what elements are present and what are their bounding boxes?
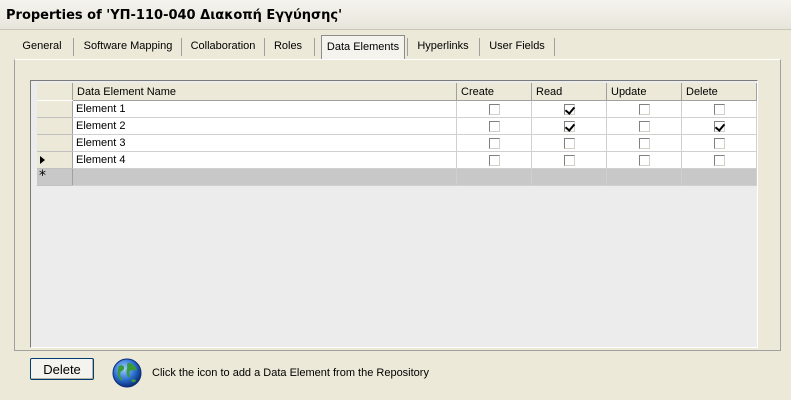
tab-hyperlinks[interactable]: Hyperlinks [410,35,476,59]
column-header-update[interactable]: Update [606,83,682,101]
delete-checkbox[interactable] [713,104,725,116]
create-checkbox[interactable] [488,121,500,133]
row-selector[interactable] [37,151,73,169]
read-checkbox[interactable] [563,138,575,150]
read-checkbox[interactable] [563,121,575,133]
data-elements-table: Data Element Name Create Read Update Del… [37,83,757,186]
create-checkbox[interactable] [488,104,500,116]
tab-data-elements[interactable]: Data Elements [321,35,405,60]
title-bar: Properties of 'ΥΠ-110-040 Διακοπή Εγγύησ… [0,0,791,30]
delete-button[interactable]: Delete [30,358,94,380]
new-row-cell[interactable] [72,168,457,186]
create-checkbox[interactable] [488,155,500,167]
current-row-arrow-icon [40,156,45,164]
element-name-cell[interactable]: Element 2 [72,117,457,135]
update-checkbox[interactable] [638,121,650,133]
new-row-cell[interactable] [456,168,532,186]
delete-checkbox[interactable] [713,138,725,150]
update-checkbox[interactable] [638,155,650,167]
tab-roles[interactable]: Roles [266,35,310,59]
data-elements-grid[interactable]: Data Element Name Create Read Update Del… [30,80,758,348]
globe-icon[interactable] [111,357,143,389]
new-row-cell[interactable] [681,168,757,186]
window-title: Properties of 'ΥΠ-110-040 Διακοπή Εγγύησ… [6,8,343,23]
new-row-cell[interactable] [606,168,682,186]
tab-software-mapping[interactable]: Software Mapping [76,35,180,59]
add-element-hint: Click the icon to add a Data Element fro… [152,367,429,379]
row-selector[interactable] [37,117,73,135]
new-row-cell[interactable] [531,168,607,186]
new-row[interactable]: * [37,168,757,186]
element-name-cell[interactable]: Element 4 [72,151,457,169]
delete-checkbox[interactable] [713,155,725,167]
row-selector[interactable] [37,134,73,152]
column-header-name[interactable]: Data Element Name [72,83,457,101]
row-header-corner [37,83,73,101]
column-header-read[interactable]: Read [531,83,607,101]
tab-collaboration[interactable]: Collaboration [184,35,262,59]
column-header-create[interactable]: Create [456,83,532,101]
element-name-cell[interactable]: Element 3 [72,134,457,152]
table-row[interactable]: Element 4 [37,151,757,169]
row-selector[interactable] [37,100,73,118]
update-checkbox[interactable] [638,104,650,116]
create-checkbox[interactable] [488,138,500,150]
delete-checkbox[interactable] [713,121,725,133]
element-name-cell[interactable]: Element 1 [72,100,457,118]
table-row[interactable]: Element 1 [37,100,757,118]
header-row: Data Element Name Create Read Update Del… [37,83,757,101]
read-checkbox[interactable] [563,155,575,167]
column-header-delete[interactable]: Delete [681,83,757,101]
tab-user-fields[interactable]: User Fields [482,35,552,59]
tab-general[interactable]: General [14,35,70,59]
update-checkbox[interactable] [638,138,650,150]
table-row[interactable]: Element 2 [37,117,757,135]
new-row-marker-icon: * [39,168,46,184]
table-row[interactable]: Element 3 [37,134,757,152]
row-selector[interactable]: * [37,168,73,186]
read-checkbox[interactable] [563,104,575,116]
